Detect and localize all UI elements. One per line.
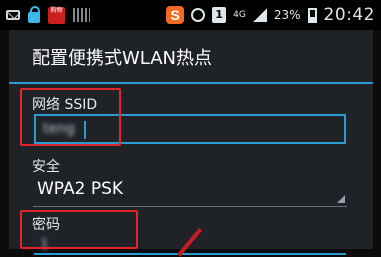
network-type: 4G <box>233 9 246 20</box>
password-annotation-box <box>20 210 138 249</box>
title-divider <box>9 82 373 84</box>
ssid-annotation-box <box>20 88 121 146</box>
status-bar: 购物 S 1 4G 23% 20:42 <box>0 0 381 30</box>
dialog-title: 配置便携式WLAN热点 <box>32 48 213 69</box>
dropdown-caret-icon <box>337 195 345 203</box>
mail-icon <box>6 10 20 20</box>
lock-icon <box>28 5 40 23</box>
grid-icon <box>73 8 90 22</box>
status-bar-right: S 1 4G 23% 20:42 <box>166 4 375 26</box>
security-select[interactable]: WPA2 PSK <box>33 175 347 207</box>
security-value: WPA2 PSK <box>37 179 124 199</box>
alarm-icon <box>191 8 206 22</box>
status-bar-left: 购物 <box>6 5 90 24</box>
signal-icon <box>252 8 267 22</box>
security-label: 安全 <box>32 159 60 175</box>
notification-icon: 1 <box>212 7 227 23</box>
shopping-app-icon: 购物 <box>48 6 65 24</box>
battery-icon <box>307 7 317 23</box>
sogou-icon: S <box>166 6 185 24</box>
clock: 20:42 <box>323 5 375 25</box>
battery-percent: 23% <box>273 8 301 22</box>
